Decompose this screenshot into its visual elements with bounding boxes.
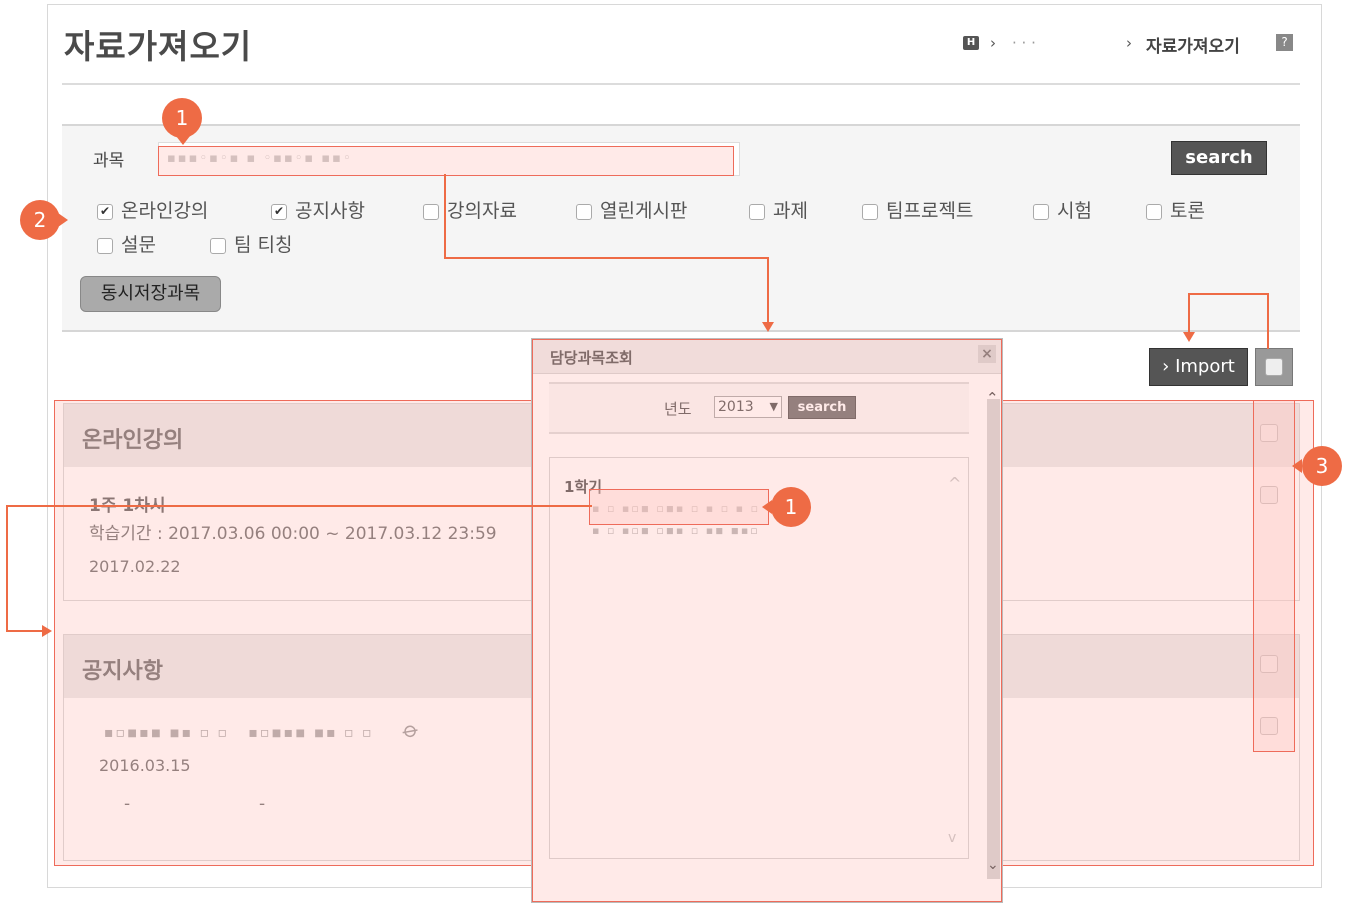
select-all-toggle[interactable] bbox=[1255, 348, 1293, 386]
checkbox-checked[interactable]: ✔ bbox=[97, 203, 113, 220]
connector-line bbox=[6, 630, 44, 632]
course-lookup-modal: 담당과목조회 × 년도 2013 ▼ search 1학기 ▪ ▫ ▪▫◾ ▫◾▪… bbox=[531, 338, 1003, 903]
home-icon[interactable]: H bbox=[963, 36, 979, 50]
connector-line bbox=[1267, 293, 1269, 349]
checkbox[interactable] bbox=[1033, 203, 1049, 220]
connector-line bbox=[6, 505, 8, 631]
breadcrumb-sep: › bbox=[1126, 34, 1132, 52]
checkbox-checked[interactable]: ✔ bbox=[271, 203, 287, 220]
badge-pointer bbox=[58, 213, 68, 227]
category-teamproject[interactable]: 팀프로젝트 bbox=[862, 196, 973, 223]
step-badge-2: 2 bbox=[20, 200, 60, 240]
connector-line bbox=[767, 257, 769, 327]
badge-pointer bbox=[762, 500, 772, 514]
category-teamteaching[interactable]: 팀 티칭 bbox=[210, 230, 292, 257]
category-exam[interactable]: 시험 bbox=[1033, 196, 1092, 223]
arrow-right-icon bbox=[42, 625, 52, 637]
badge-pointer bbox=[1292, 459, 1302, 473]
checkbox[interactable] bbox=[1146, 203, 1162, 220]
connector-line bbox=[1188, 293, 1190, 335]
breadcrumb-dots: · · · bbox=[1012, 34, 1036, 52]
category-board[interactable]: 열린게시판 bbox=[576, 196, 687, 223]
category-notice[interactable]: ✔ 공지사항 bbox=[271, 196, 365, 223]
subject-input-highlight bbox=[158, 146, 734, 176]
checkbox[interactable] bbox=[862, 203, 878, 220]
connector-line bbox=[1188, 293, 1268, 295]
badge-pointer bbox=[176, 136, 190, 145]
step-badge-3: 3 bbox=[1302, 446, 1342, 486]
simultaneous-save-button[interactable]: 동시저장과목 bbox=[80, 276, 221, 312]
step-badge-1: 1 bbox=[162, 98, 202, 138]
search-button[interactable]: search bbox=[1171, 141, 1267, 175]
connector-line bbox=[444, 257, 768, 259]
breadcrumb-current: 자료가져오기 bbox=[1146, 37, 1240, 57]
category-online[interactable]: ✔ 온라인강의 bbox=[97, 196, 208, 223]
category-assignment[interactable]: 과제 bbox=[749, 196, 808, 223]
help-icon[interactable]: ? bbox=[1276, 34, 1293, 51]
checkbox[interactable] bbox=[576, 203, 592, 220]
checkbox[interactable] bbox=[749, 203, 765, 220]
checkbox[interactable] bbox=[97, 237, 113, 254]
breadcrumb-sep: › bbox=[990, 34, 996, 52]
checkbox[interactable] bbox=[423, 203, 439, 220]
import-button[interactable]: › Import bbox=[1149, 348, 1248, 386]
connector-line bbox=[444, 174, 446, 258]
category-discussion[interactable]: 토론 bbox=[1146, 196, 1205, 223]
connector-line bbox=[6, 505, 592, 507]
checkbox[interactable] bbox=[210, 237, 226, 254]
page-title: 자료가져오기 bbox=[64, 27, 253, 66]
course-item-highlight bbox=[589, 489, 769, 525]
category-survey[interactable]: 설문 bbox=[97, 230, 156, 257]
subject-label: 과목 bbox=[93, 151, 125, 171]
step-badge-1b: 1 bbox=[771, 487, 811, 527]
checkbox-column-highlight bbox=[1253, 400, 1295, 752]
divider bbox=[62, 83, 1300, 85]
select-all-checkbox[interactable] bbox=[1265, 358, 1283, 376]
arrow-down-icon bbox=[762, 322, 774, 332]
arrow-down-icon bbox=[1183, 332, 1195, 342]
category-materials[interactable]: 강의자료 bbox=[423, 196, 517, 223]
modal-highlight bbox=[532, 339, 1002, 902]
